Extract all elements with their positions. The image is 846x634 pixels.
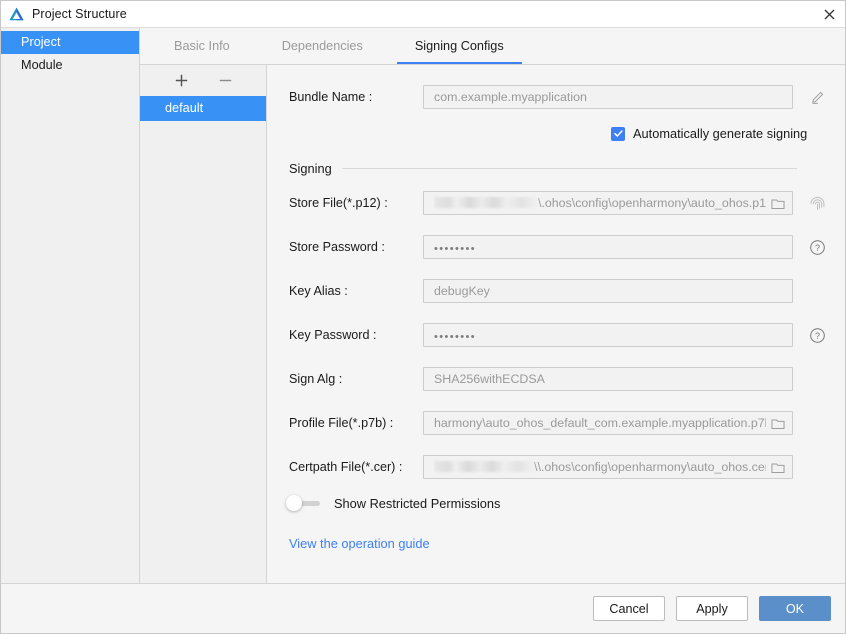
certpath-file-value: \\.ohos\config\openharmony\auto_ohos.cer [434, 460, 766, 474]
store-password-input[interactable]: •••••••• [423, 235, 793, 259]
profile-file-input[interactable]: harmony\auto_ohos_default_com.example.my… [423, 411, 793, 435]
profile-file-label: Profile File(*.p7b) : [289, 416, 394, 430]
key-password-row: Key Password : •••••••• ? [289, 323, 837, 347]
dialog-footer: Cancel Apply OK [1, 583, 845, 633]
key-alias-value: debugKey [434, 284, 490, 298]
content-area: default Bundle Name : com.example.myappl… [140, 65, 845, 583]
svg-text:?: ? [815, 242, 820, 252]
operation-guide-link[interactable]: View the operation guide [289, 536, 430, 551]
key-alias-input[interactable]: debugKey [423, 279, 793, 303]
certpath-file-path: \\.ohos\config\openharmony\auto_ohos.cer [534, 460, 766, 474]
store-password-label: Store Password : [289, 240, 385, 254]
bundle-name-label: Bundle Name : [289, 90, 373, 104]
certpath-file-input[interactable]: \\.ohos\config\openharmony\auto_ohos.cer [423, 455, 793, 479]
store-password-value: •••••••• [434, 243, 477, 255]
key-alias-row: Key Alias : debugKey [289, 279, 837, 303]
tab-label: Basic Info [174, 39, 230, 53]
section-title: Signing [289, 161, 332, 176]
bundle-name-input[interactable]: com.example.myapplication [423, 85, 793, 109]
right-pane: Basic Info Dependencies Signing Configs [140, 28, 845, 583]
signing-form: Bundle Name : com.example.myapplication [267, 65, 845, 583]
deveco-triangle-logo-icon [8, 6, 25, 22]
folder-icon[interactable] [770, 195, 786, 211]
auto-generate-label: Automatically generate signing [633, 126, 808, 141]
sign-alg-row: Sign Alg : SHA256withECDSA [289, 367, 837, 391]
title-bar: Project Structure [1, 1, 845, 28]
store-file-input[interactable]: \.ohos\config\openharmony\auto_ohos.p12 [423, 191, 793, 215]
store-file-row: Store File(*.p12) : \.ohos\config\openha… [289, 191, 837, 215]
tab-dependencies[interactable]: Dependencies [256, 28, 389, 64]
signing-config-list-panel: default [140, 65, 267, 583]
tab-bar: Basic Info Dependencies Signing Configs [140, 28, 845, 65]
dialog-body: Project Module Basic Info Dependencies S… [1, 28, 845, 583]
pencil-edit-icon[interactable] [807, 87, 827, 107]
tab-basic-info[interactable]: Basic Info [148, 28, 256, 64]
help-circle-icon[interactable]: ? [807, 237, 827, 257]
profile-file-value: harmony\auto_ohos_default_com.example.my… [434, 416, 766, 430]
signing-section-header: Signing [289, 161, 797, 176]
auto-generate-checkbox[interactable] [611, 126, 625, 141]
key-password-value: •••••••• [434, 331, 477, 343]
show-restricted-permissions-row: Show Restricted Permissions [286, 495, 500, 511]
plus-icon[interactable] [172, 72, 190, 90]
list-item-label: default [165, 101, 204, 115]
sidebar-item-project[interactable]: Project [1, 31, 139, 54]
tab-signing-configs[interactable]: Signing Configs [389, 28, 530, 64]
section-divider [341, 168, 797, 169]
bundle-name-row: Bundle Name : com.example.myapplication [289, 85, 837, 109]
redacted-path-prefix [434, 197, 538, 208]
store-file-path: \.ohos\config\openharmony\auto_ohos.p12 [538, 196, 766, 210]
store-file-label: Store File(*.p12) : [289, 196, 388, 210]
window-title: Project Structure [32, 7, 127, 21]
show-restricted-permissions-label: Show Restricted Permissions [334, 495, 501, 511]
bundle-name-value: com.example.myapplication [434, 90, 587, 104]
certpath-file-row: Certpath File(*.cer) : \\.ohos\config\op… [289, 455, 837, 479]
key-password-label: Key Password : [289, 328, 377, 342]
folder-icon[interactable] [770, 459, 786, 475]
list-item[interactable]: default [140, 96, 266, 121]
sidebar-item-module[interactable]: Module [1, 54, 139, 77]
tab-label: Signing Configs [414, 39, 504, 53]
svg-text:?: ? [815, 330, 820, 340]
sidebar-item-label: Module [21, 58, 63, 72]
cancel-button[interactable]: Cancel [593, 596, 665, 621]
list-toolbar [140, 65, 266, 96]
project-structure-dialog: Project Structure Project Module Basic I… [0, 0, 846, 634]
sidebar-item-label: Project [21, 35, 61, 49]
auto-generate-signing-row[interactable]: Automatically generate signing [611, 126, 807, 141]
minus-icon[interactable] [216, 72, 234, 90]
sign-alg-value: SHA256withECDSA [434, 372, 545, 386]
ok-button[interactable]: OK [759, 596, 831, 621]
close-icon[interactable] [814, 1, 845, 27]
category-sidebar: Project Module [1, 28, 140, 583]
toggle-knob [286, 495, 302, 511]
certpath-file-label: Certpath File(*.cer) : [289, 460, 403, 474]
key-password-input[interactable]: •••••••• [423, 323, 793, 347]
sign-alg-label: Sign Alg : [289, 372, 343, 386]
sign-alg-input[interactable]: SHA256withECDSA [423, 367, 793, 391]
store-password-row: Store Password : •••••••• ? [289, 235, 837, 259]
profile-file-row: Profile File(*.p7b) : harmony\auto_ohos_… [289, 411, 837, 435]
tab-label: Dependencies [281, 39, 363, 53]
apply-button[interactable]: Apply [676, 596, 748, 621]
fingerprint-icon[interactable] [807, 193, 827, 213]
help-circle-icon[interactable]: ? [807, 325, 827, 345]
store-file-value: \.ohos\config\openharmony\auto_ohos.p12 [434, 196, 766, 210]
folder-icon[interactable] [770, 415, 786, 431]
key-alias-label: Key Alias : [289, 284, 348, 298]
show-restricted-permissions-toggle[interactable] [286, 495, 320, 511]
redacted-path-prefix [434, 461, 534, 472]
